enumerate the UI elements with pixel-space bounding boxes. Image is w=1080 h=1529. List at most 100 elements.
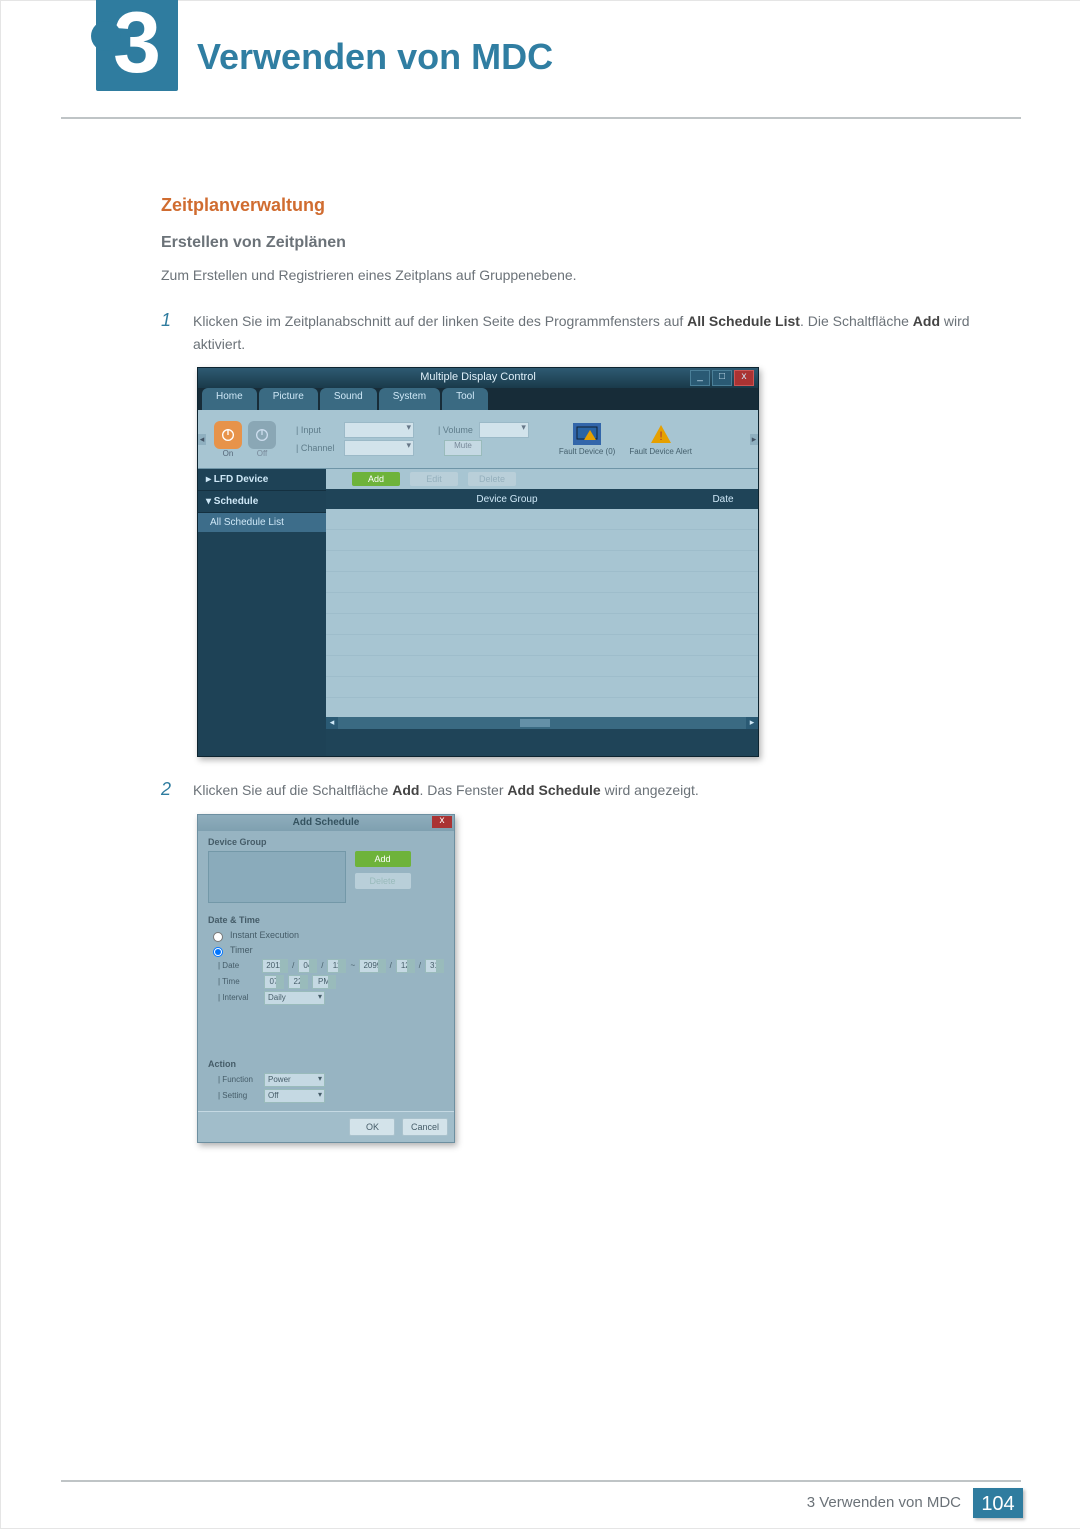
sidebar-item-all-schedule-list[interactable]: All Schedule List [198, 513, 326, 532]
close-button[interactable]: x [734, 370, 754, 386]
svg-text:!: ! [659, 429, 662, 443]
timer-label: Timer [230, 945, 253, 955]
date-label: | Date [218, 961, 258, 970]
tab-system[interactable]: System [379, 388, 440, 410]
device-group-label: Device Group [208, 837, 444, 847]
instant-radio-input[interactable] [213, 932, 223, 942]
date-day2-spinner[interactable]: 31 [425, 959, 444, 973]
delete-button[interactable]: Delete [355, 873, 411, 889]
tab-sound[interactable]: Sound [320, 388, 377, 410]
step-text: Klicken Sie im Zeitplanabschnitt auf der… [193, 310, 971, 355]
cancel-button[interactable]: Cancel [402, 1118, 448, 1136]
power-off-button[interactable] [248, 421, 276, 449]
function-select[interactable]: Power [264, 1073, 325, 1087]
tab-tool[interactable]: Tool [442, 388, 488, 410]
spacer [208, 1007, 444, 1047]
horizontal-scrollbar[interactable]: ◂ ▸ [326, 717, 758, 729]
fault-alert-icon[interactable]: ! [647, 423, 675, 445]
sidebar-schedule-label: ▾ Schedule [206, 496, 258, 507]
date-month1-spinner[interactable]: 04 [298, 959, 317, 973]
tab-picture[interactable]: Picture [259, 388, 318, 410]
sep: / [292, 961, 294, 970]
fault-alert-label: Fault Device Alert [629, 447, 692, 456]
instant-radio[interactable]: Instant Execution [208, 929, 444, 942]
scroll-left-icon[interactable]: ◂ [198, 434, 206, 445]
t: wird angezeigt. [601, 782, 699, 798]
date-year1-spinner[interactable]: 2011 [262, 959, 289, 973]
toolbar: Add Edit Delete [326, 469, 758, 489]
t: . Das Fenster [419, 782, 507, 798]
mdc-window: Multiple Display Control _ □ x Home Pict… [197, 367, 759, 757]
footer-rule [61, 1480, 1021, 1482]
intro-text: Zum Erstellen und Registrieren eines Zei… [161, 264, 971, 286]
page-header: 3 Verwenden von MDC [1, 1, 1080, 131]
page-footer: 3 Verwenden von MDC 104 [1, 1480, 1080, 1528]
time-ampm-spinner[interactable]: PM [312, 975, 336, 989]
time-label: | Time [218, 977, 260, 986]
timer-radio-input[interactable] [213, 947, 223, 957]
tab-home[interactable]: Home [202, 388, 257, 410]
action-section: Action | Function Power | Setting Off [198, 1053, 454, 1111]
footer-text: 3 Verwenden von MDC [807, 1494, 961, 1511]
time-hour-spinner[interactable]: 07 [264, 975, 284, 989]
maximize-button[interactable]: □ [712, 370, 732, 386]
input-label: | Input [296, 425, 338, 435]
chapter-number-badge: 3 [96, 0, 178, 91]
step-number: 2 [161, 779, 179, 801]
device-group-buttons: Add Delete [355, 851, 411, 895]
add-button[interactable]: Add [352, 472, 400, 486]
step-number: 1 [161, 310, 179, 355]
setting-row: | Setting Off [218, 1089, 444, 1103]
timer-radio[interactable]: Timer [208, 944, 444, 957]
volume-label: | Volume [438, 425, 473, 435]
date-month2-spinner[interactable]: 12 [396, 959, 415, 973]
scroll-right-arrow-icon[interactable]: ▸ [746, 717, 758, 729]
subsection-heading: Erstellen von Zeitplänen [161, 234, 971, 252]
window-controls: _ □ x [690, 370, 754, 386]
edit-button[interactable]: Edit [410, 472, 458, 486]
date-row: | Date 2011/ 04/ 11 ~ 2099/ 12/ 31 [218, 959, 444, 973]
interval-select[interactable]: Daily [264, 991, 325, 1005]
bold: Add [392, 782, 419, 798]
minimize-button[interactable]: _ [690, 370, 710, 386]
dialog-buttons: OK Cancel [198, 1111, 454, 1142]
chapter-title: Verwenden von MDC [197, 36, 553, 78]
titlebar: Multiple Display Control _ □ x [198, 368, 758, 388]
sidebar-item-schedule[interactable]: ▾ Schedule [198, 491, 326, 513]
page-number: 104 [973, 1488, 1023, 1518]
sep: / [321, 961, 323, 970]
channel-spinner[interactable] [344, 440, 414, 456]
t: Klicken Sie auf die Schaltfläche [193, 782, 392, 798]
volume-field[interactable] [479, 422, 529, 438]
delete-button[interactable]: Delete [468, 472, 516, 486]
scrollbar-thumb[interactable] [520, 719, 550, 727]
screenshot-mdc-window: Multiple Display Control _ □ x Home Pict… [197, 367, 971, 757]
device-group-list[interactable] [208, 851, 346, 903]
input-group: | Input | Channel [296, 420, 414, 458]
scroll-left-arrow-icon[interactable]: ◂ [326, 717, 338, 729]
interval-row: | Interval Daily [218, 991, 444, 1005]
setting-select[interactable]: Off [264, 1089, 325, 1103]
fault-monitor-icon[interactable] [573, 423, 601, 445]
sidebar-item-lfd[interactable]: ▸ LFD Device [198, 469, 326, 491]
date-year2-spinner[interactable]: 2099 [359, 959, 386, 973]
mute-button[interactable]: Mute [444, 440, 482, 456]
table-body: ◂ ▸ [326, 509, 758, 729]
input-select[interactable] [344, 422, 414, 438]
time-min-spinner[interactable]: 22 [288, 975, 308, 989]
scroll-right-icon[interactable]: ▸ [750, 434, 758, 445]
close-button[interactable]: x [432, 816, 452, 828]
add-button[interactable]: Add [355, 851, 411, 867]
interval-label: | Interval [218, 993, 260, 1002]
content-area: Zeitplanverwaltung Erstellen von Zeitplä… [161, 195, 971, 1165]
device-group-section: Device Group Add Delete [198, 831, 454, 909]
power-off-label: Off [248, 449, 276, 458]
add-schedule-dialog: Add Schedule x Device Group Add Delete D… [197, 814, 455, 1143]
ok-button[interactable]: OK [349, 1118, 395, 1136]
ribbon: ◂ On Off | Input | Channel [198, 410, 758, 469]
power-on-button[interactable] [214, 421, 242, 449]
date-day1-spinner[interactable]: 11 [327, 959, 346, 973]
t: . Die Schaltfläche [800, 313, 913, 329]
function-row: | Function Power [218, 1073, 444, 1087]
page: 3 Verwenden von MDC Zeitplanverwaltung E… [0, 0, 1080, 1529]
